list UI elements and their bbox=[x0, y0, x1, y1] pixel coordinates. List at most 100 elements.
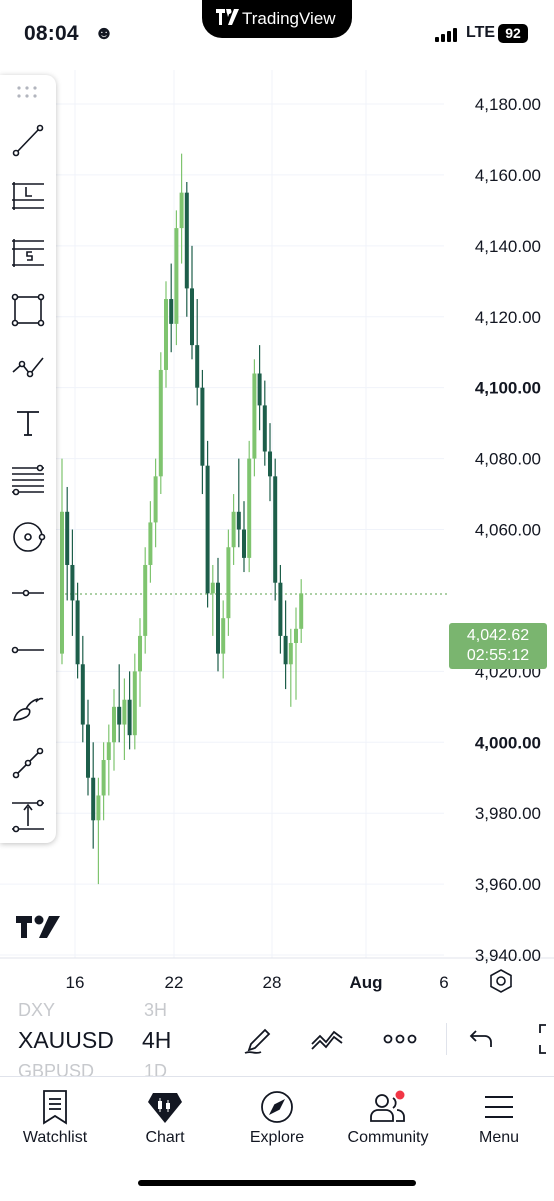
price-axis-label: 4,140.00 bbox=[475, 237, 541, 256]
candle-body bbox=[153, 476, 158, 523]
candle-body bbox=[262, 405, 267, 452]
battery-indicator: 92 bbox=[498, 24, 528, 43]
candle-body bbox=[247, 458, 252, 558]
more-options-button[interactable] bbox=[380, 1021, 420, 1057]
candle-body bbox=[80, 664, 85, 725]
candle-body bbox=[257, 373, 262, 406]
trend-line-tool[interactable] bbox=[6, 118, 50, 162]
candle-body bbox=[174, 228, 179, 324]
path-tool[interactable] bbox=[6, 344, 50, 388]
candle-body bbox=[138, 635, 142, 672]
candle-body bbox=[299, 593, 304, 629]
candle-body bbox=[70, 564, 75, 601]
nav-explore[interactable]: Explore bbox=[232, 1077, 322, 1167]
candle-body bbox=[117, 706, 122, 725]
candle-body bbox=[200, 387, 205, 466]
chart-area[interactable]: 4,180.00 4,160.00 4,140.00 4,120.00 4,100.00… bbox=[0, 70, 554, 1000]
candle-body bbox=[75, 600, 80, 665]
candle-body bbox=[294, 628, 298, 643]
signal-icon bbox=[435, 26, 461, 42]
fullscreen-icon bbox=[539, 1024, 546, 1054]
candlestick-chart[interactable]: 4,180.00 4,160.00 4,140.00 4,120.00 4,100.00… bbox=[0, 70, 554, 1000]
indicators-button[interactable] bbox=[308, 1021, 348, 1057]
undo-button[interactable] bbox=[462, 1021, 502, 1057]
candle-body bbox=[122, 699, 127, 725]
price-axis-label: 4,100.00 bbox=[475, 379, 541, 398]
candle-body bbox=[60, 511, 64, 654]
tradingview-logo-icon bbox=[216, 9, 240, 30]
candle-body bbox=[101, 760, 106, 796]
nav-watchlist[interactable]: Watchlist bbox=[10, 1077, 100, 1167]
nav-menu[interactable]: Menu bbox=[454, 1077, 544, 1167]
nav-chart-label: Chart bbox=[145, 1129, 185, 1146]
candle-body bbox=[164, 299, 168, 370]
drawing-button[interactable] bbox=[238, 1021, 278, 1057]
candle-body bbox=[127, 699, 132, 736]
measure-line-icon bbox=[12, 747, 44, 779]
current-interval[interactable]: 4H bbox=[142, 1027, 171, 1054]
candle-body bbox=[252, 373, 257, 459]
candle-body bbox=[86, 724, 90, 778]
drag-handle-icon[interactable] bbox=[16, 85, 40, 101]
prev-symbol[interactable]: DXY bbox=[18, 1000, 55, 1021]
time-axis-label: Aug bbox=[349, 973, 382, 992]
horizontal-ray-icon bbox=[12, 589, 44, 597]
candle-body bbox=[216, 582, 220, 654]
price-range-tool[interactable] bbox=[6, 794, 50, 838]
text-tool[interactable] bbox=[6, 401, 50, 445]
candle-body bbox=[288, 642, 293, 665]
long-position-tool[interactable] bbox=[6, 174, 50, 218]
bar-countdown: 02:55:12 bbox=[466, 647, 530, 664]
fullscreen-button[interactable] bbox=[528, 1021, 554, 1057]
candle-body bbox=[221, 618, 226, 654]
symbol-bar-divider bbox=[446, 1023, 447, 1055]
horizontal-line-tool[interactable] bbox=[6, 628, 50, 672]
pen-icon bbox=[244, 1028, 271, 1054]
candle-body bbox=[236, 511, 241, 530]
candle-body bbox=[106, 742, 111, 761]
undo-icon bbox=[469, 1030, 492, 1047]
compass-icon bbox=[261, 1091, 293, 1123]
clock: 08:04 bbox=[24, 22, 79, 45]
candle-body bbox=[226, 547, 231, 619]
brush-tool[interactable] bbox=[6, 684, 50, 728]
candle-body bbox=[65, 511, 70, 565]
hamburger-menu-icon bbox=[485, 1096, 513, 1118]
candle-body bbox=[132, 671, 137, 736]
candle-body bbox=[283, 635, 288, 665]
time-axis-label: 6 bbox=[439, 973, 448, 992]
horizontal-line-icon bbox=[11, 646, 44, 654]
prev-interval[interactable]: 3H bbox=[144, 1000, 167, 1021]
last-price-value: 4,042.62 bbox=[466, 627, 530, 644]
nav-community[interactable]: Community bbox=[332, 1077, 444, 1167]
short-position-tool[interactable] bbox=[6, 231, 50, 275]
candle-body bbox=[195, 345, 200, 388]
rectangle-tool[interactable] bbox=[6, 288, 50, 332]
price-axis-label: 4,060.00 bbox=[475, 521, 541, 540]
time-axis-label: 28 bbox=[263, 973, 282, 992]
candle-body bbox=[184, 192, 189, 289]
price-axis-label: 3,980.00 bbox=[475, 804, 541, 823]
price-axis-label: 4,160.00 bbox=[475, 166, 541, 185]
horizontal-ray-tool[interactable] bbox=[6, 571, 50, 615]
network-type: LTE bbox=[466, 24, 496, 41]
tradingview-watermark-icon bbox=[16, 914, 62, 945]
circle-target-tool[interactable] bbox=[6, 515, 50, 559]
price-axis-label: 4,080.00 bbox=[475, 450, 541, 469]
current-symbol[interactable]: XAUUSD bbox=[18, 1027, 114, 1054]
short-position-icon bbox=[12, 239, 44, 267]
status-bar: 08:04 ☻ TradingView LTE 92 bbox=[0, 0, 554, 70]
chart-settings-icon[interactable] bbox=[488, 968, 514, 999]
watchlist-icon bbox=[43, 1090, 67, 1125]
measure-line-tool[interactable] bbox=[6, 741, 50, 785]
candle-body bbox=[96, 795, 101, 821]
path-icon bbox=[12, 357, 44, 378]
candle-body bbox=[278, 582, 283, 636]
candle-body bbox=[273, 476, 278, 583]
fib-retracement-tool[interactable] bbox=[6, 458, 50, 502]
price-axis-label: 4,120.00 bbox=[475, 308, 541, 327]
price-axis-label: 3,940.00 bbox=[475, 946, 541, 965]
time-axis-label: 16 bbox=[66, 973, 85, 992]
nav-chart[interactable]: Chart bbox=[120, 1077, 210, 1167]
smiley-icon: ☻ bbox=[94, 23, 114, 44]
